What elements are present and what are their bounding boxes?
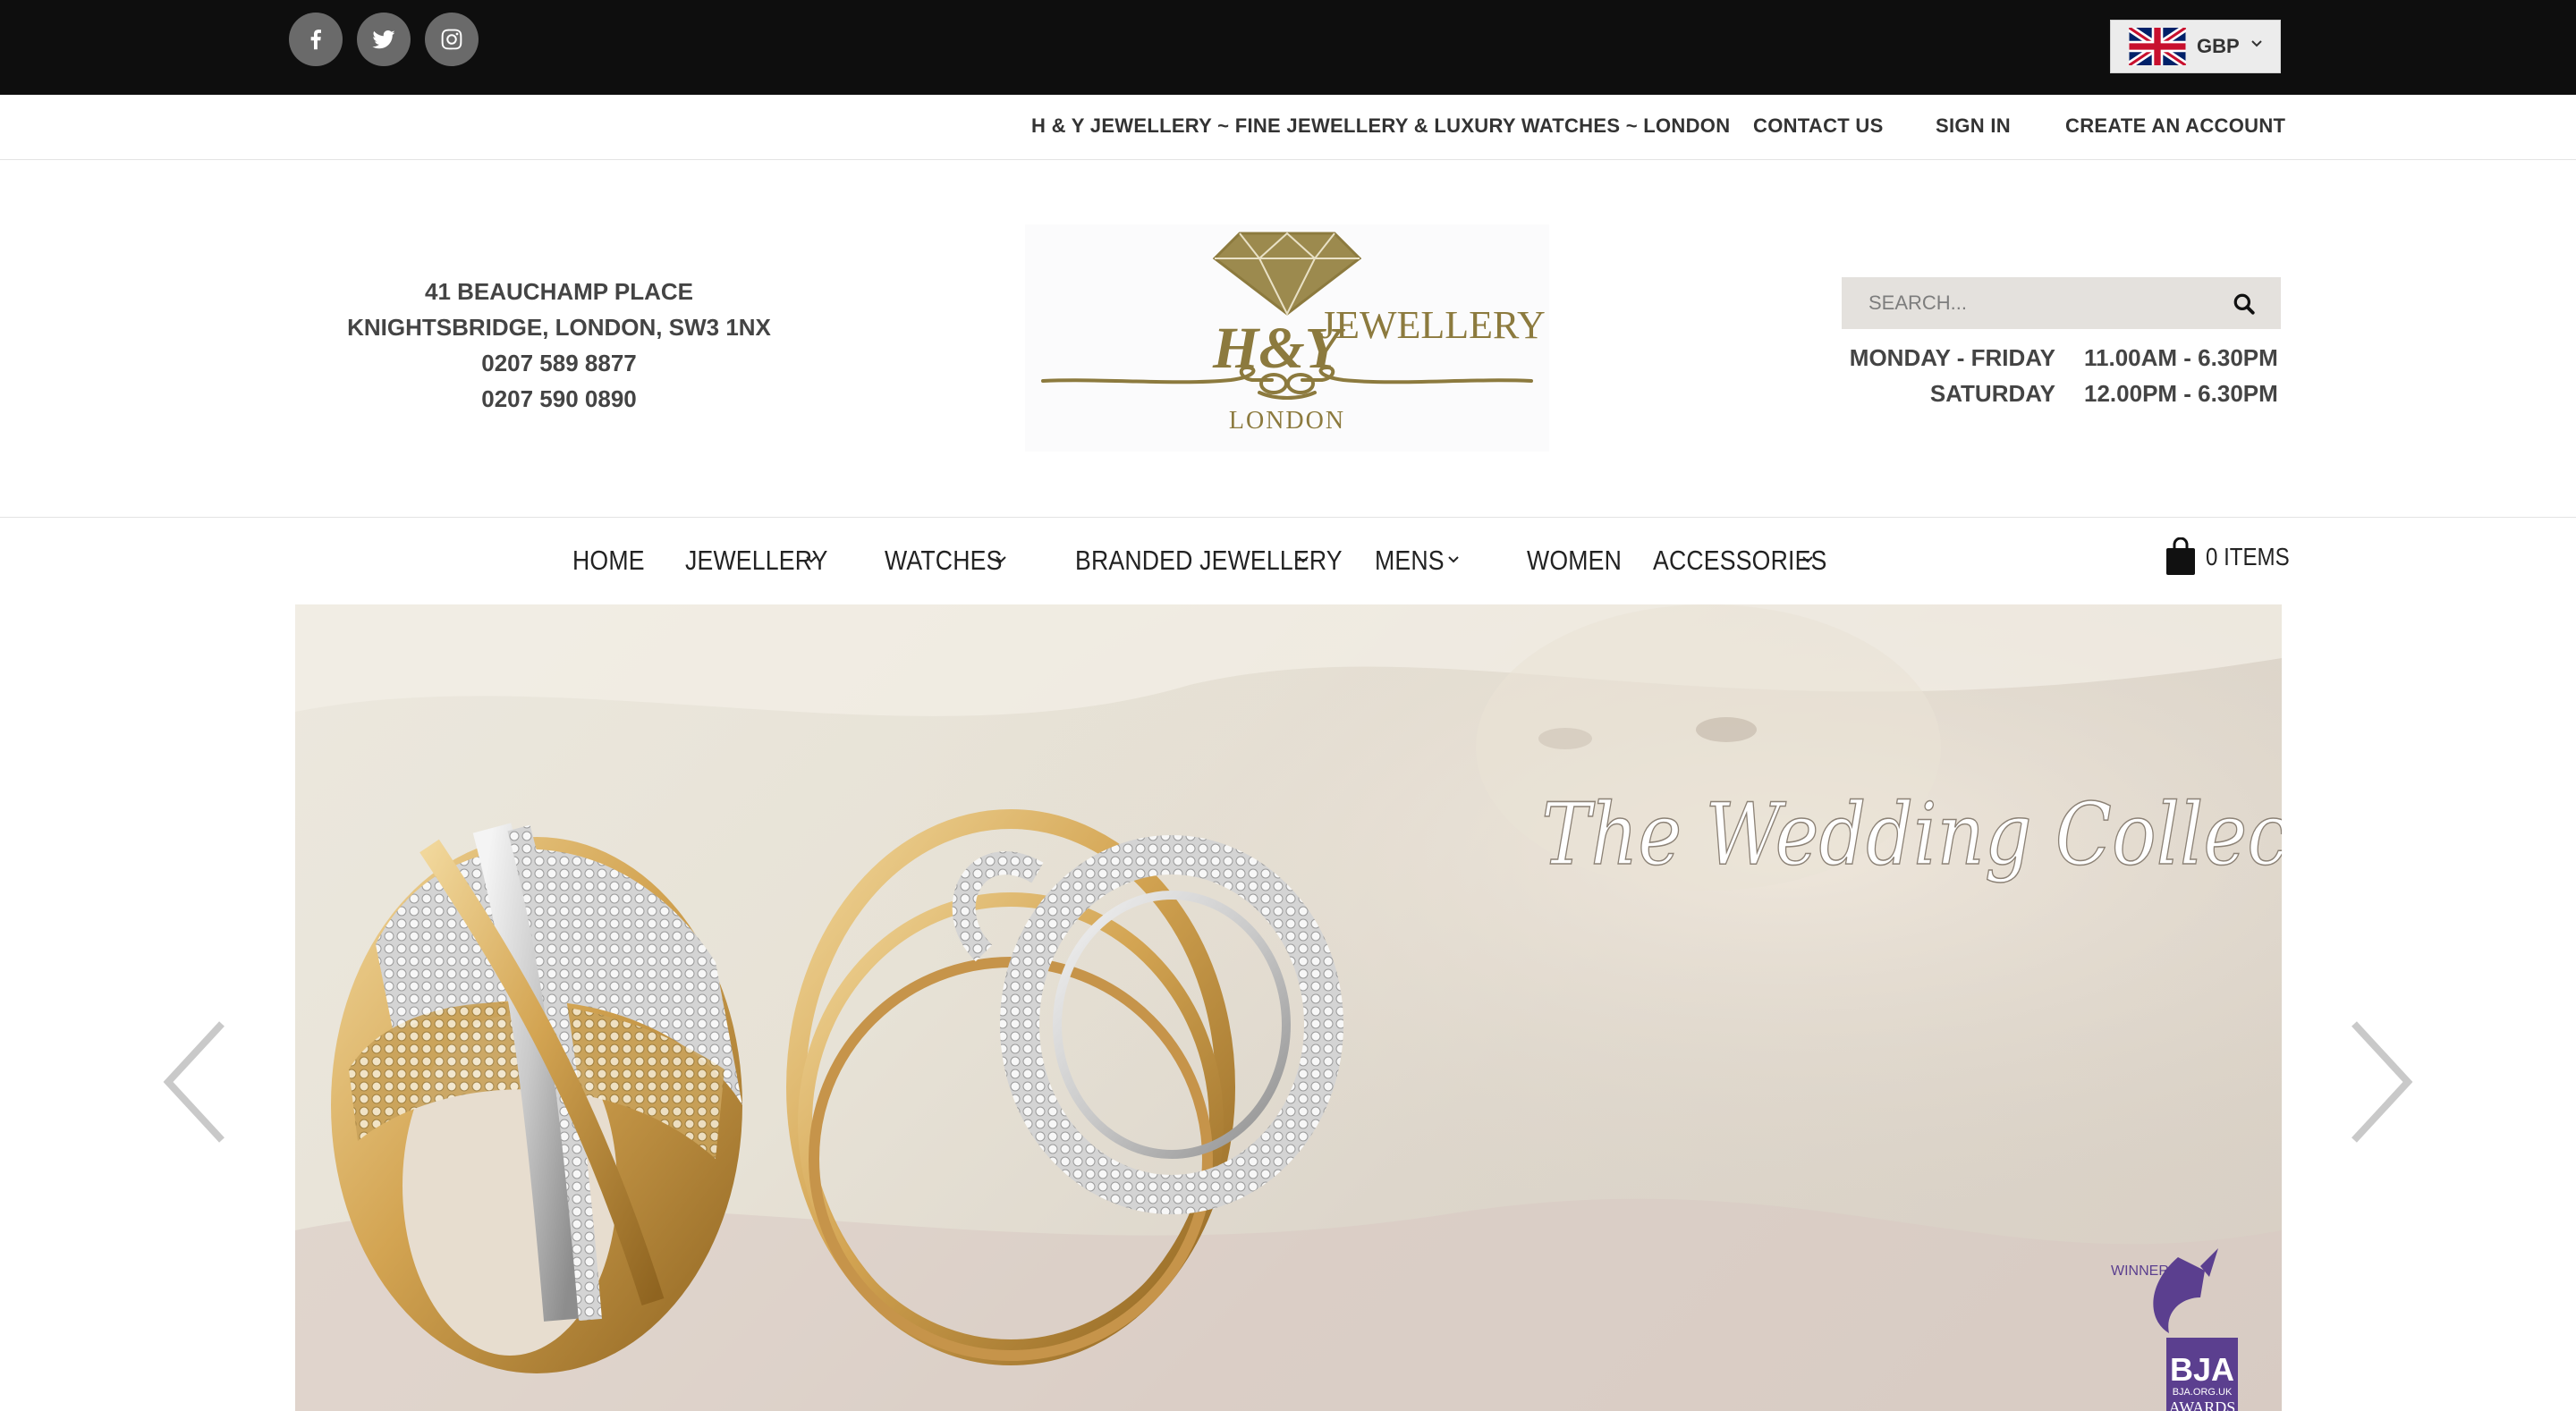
chevron-down-icon (806, 556, 817, 563)
search-box (1842, 277, 2281, 329)
address-line-1: 41 BEAUCHAMP PLACE (424, 278, 693, 305)
tagline-link[interactable]: H & Y JEWELLERY ~ FINE JEWELLERY & LUXUR… (1031, 114, 1730, 138)
contact-us-link[interactable]: CONTACT US (1753, 114, 1884, 138)
phone-2[interactable]: 0207 590 0890 (295, 381, 823, 417)
site-logo[interactable]: H&Y JEWELLERY LONDON (1025, 224, 1549, 452)
facebook-icon[interactable] (289, 13, 343, 66)
hours-time: 11.00AM - 6.30PM (2084, 344, 2278, 371)
hours-day: SATURDAY (1929, 380, 2055, 407)
hero-banner: The Wedding Collection WINNER BJA BJA.OR… (295, 604, 2282, 1411)
chevron-left-icon (163, 1021, 225, 1143)
hours-row: SATURDAY 12.00PM - 6.30PM (1842, 376, 2281, 411)
hero-caption: The Wedding Collection (1541, 785, 2282, 885)
shopping-bag-icon (2166, 537, 2195, 575)
currency-label: GBP (2197, 35, 2240, 57)
nav-mens[interactable]: MENS (1375, 545, 1445, 577)
phone-1[interactable]: 0207 589 8877 (295, 345, 823, 381)
sign-in-link[interactable]: SIGN IN (1936, 114, 2011, 138)
top-bar: GBP (0, 0, 2576, 95)
nav-watches[interactable]: WATCHES (885, 545, 1003, 577)
address-line-2: KNIGHTSBRIDGE, LONDON, SW3 1NX (347, 314, 771, 341)
chevron-down-icon (1802, 556, 1813, 563)
logo-brand-right: JEWELLERY (1320, 303, 1546, 347)
twitter-icon[interactable] (357, 13, 411, 66)
chevron-down-icon (1298, 556, 1309, 563)
carousel-prev-arrow[interactable] (159, 1019, 231, 1145)
search-input[interactable] (1842, 277, 2226, 329)
cart-button[interactable]: 0 ITEMS (2165, 537, 2303, 577)
chevron-down-icon (1448, 556, 1459, 563)
badge-org: BJA (2170, 1351, 2234, 1388)
nav-women[interactable]: WOMEN (1527, 545, 1622, 577)
opening-hours: MONDAY - FRIDAY 11.00AM - 6.30PM SATURDA… (1842, 340, 2281, 411)
hours-row: MONDAY - FRIDAY 11.00AM - 6.30PM (1842, 340, 2281, 376)
badge-winner: WINNER (2111, 1263, 2169, 1279)
diamond-icon (1212, 232, 1362, 317)
chevron-down-icon (996, 556, 1006, 563)
uk-flag-icon (2129, 28, 2186, 65)
badge-url: BJA.ORG.UK (2173, 1387, 2233, 1398)
hours-day: MONDAY - FRIDAY (1849, 344, 2055, 371)
store-address: 41 BEAUCHAMP PLACE KNIGHTSBRIDGE, LONDON… (295, 274, 823, 417)
chevron-right-icon (2351, 1021, 2413, 1143)
cart-count: 0 ITEMS (2206, 543, 2290, 570)
secondary-nav: H & Y JEWELLERY ~ FINE JEWELLERY & LUXUR… (0, 95, 2576, 160)
chevron-down-icon (2251, 40, 2262, 47)
badge-bottom: AWARDS (2169, 1398, 2236, 1411)
logo-city: LONDON (1229, 407, 1345, 435)
hours-time: 12.00PM - 6.30PM (2084, 380, 2278, 407)
search-icon[interactable] (2233, 292, 2256, 316)
carousel-next-arrow[interactable] (2345, 1019, 2417, 1145)
nav-home[interactable]: HOME (572, 545, 645, 577)
currency-selector[interactable]: GBP (2110, 20, 2281, 73)
instagram-icon[interactable] (425, 13, 479, 66)
hero-image: The Wedding Collection WINNER BJA BJA.OR… (295, 604, 2282, 1411)
create-account-link[interactable]: CREATE AN ACCOUNT (2065, 114, 2285, 138)
main-nav: HOME JEWELLERY WATCHES BRANDED JEWELLERY… (0, 517, 2576, 604)
